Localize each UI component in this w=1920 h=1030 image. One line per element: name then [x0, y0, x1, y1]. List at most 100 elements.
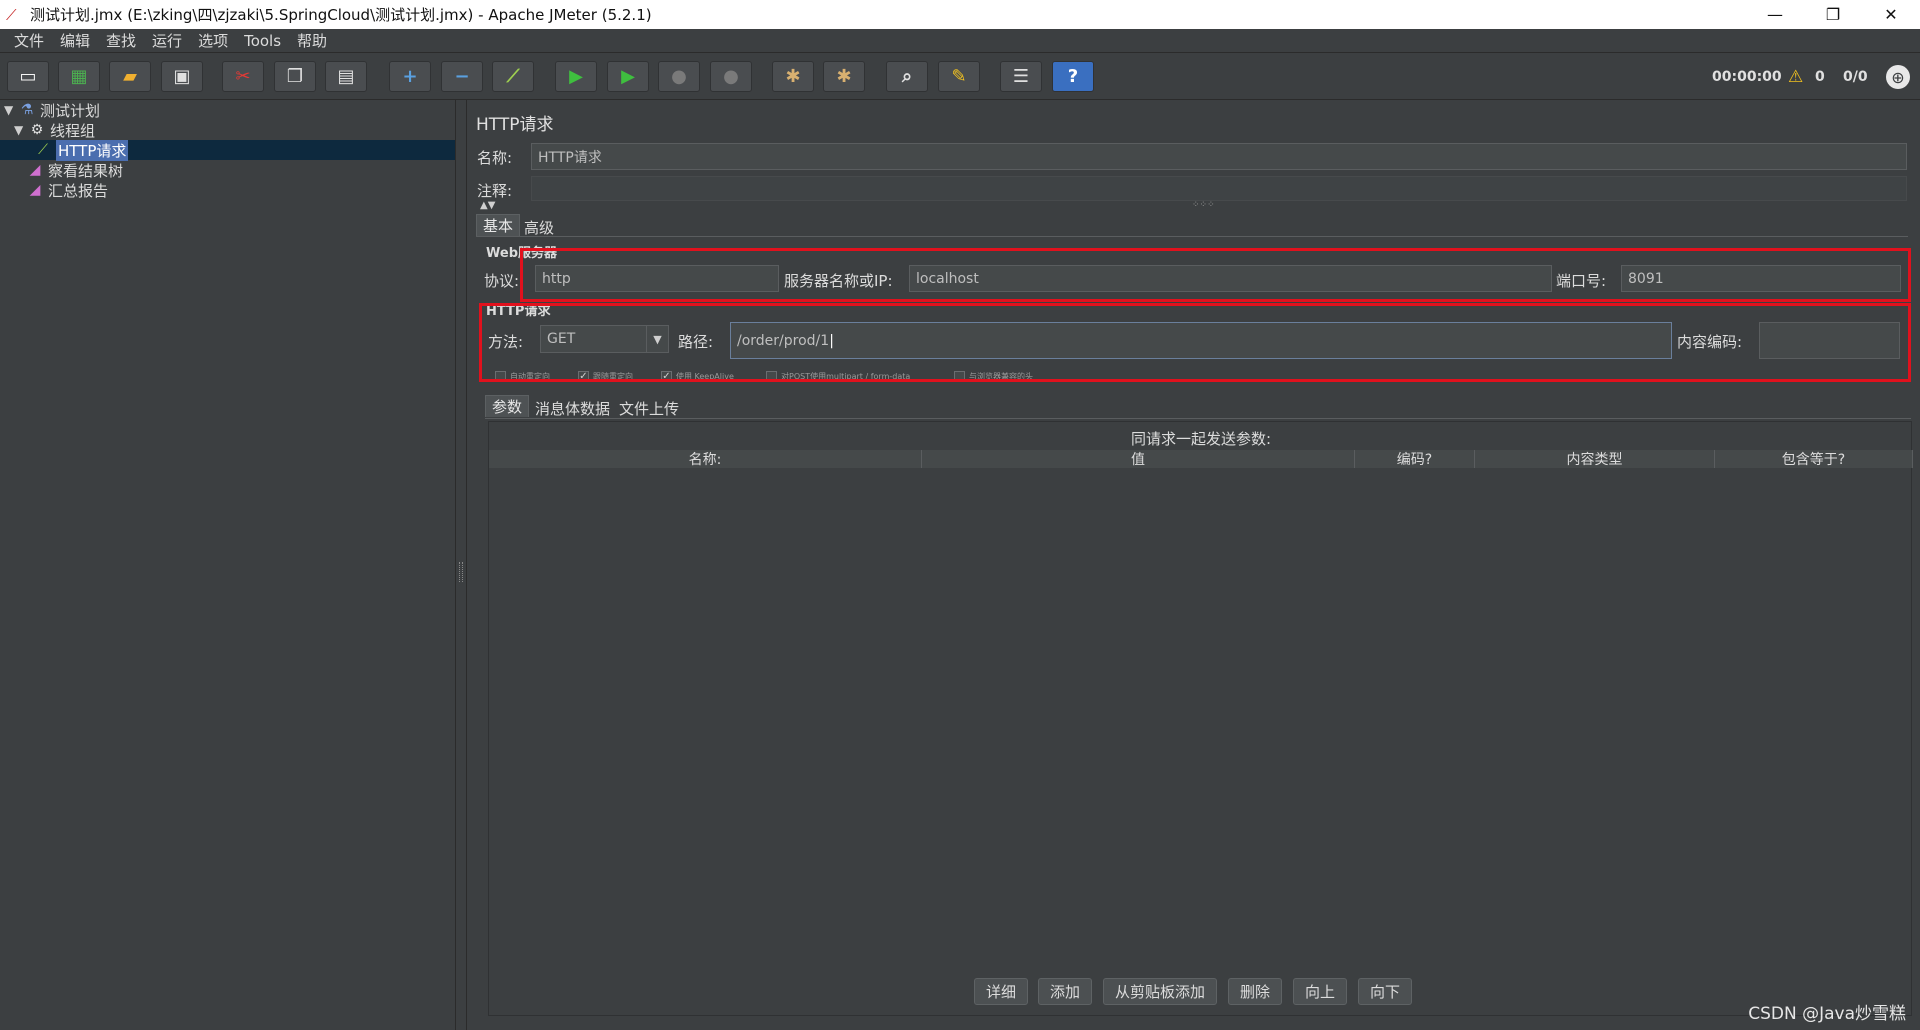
expand-arrow-icon[interactable]: ▼ — [14, 123, 28, 137]
delete-button[interactable]: 删除 — [1228, 978, 1282, 1005]
clear-all-button[interactable]: ✱ — [823, 61, 865, 92]
new-icon: ▭ — [19, 66, 37, 87]
column-content-type[interactable]: 内容类型 — [1475, 450, 1715, 468]
templates-button[interactable]: ▦ — [58, 61, 100, 92]
highlight-box-server — [520, 248, 1911, 302]
splitter-grip-icon — [459, 562, 463, 582]
window-title: 测试计划.jmx (E:\zking\四\zjzaki\5.SpringClou… — [30, 6, 652, 24]
watermark: CSDN @Java炒雪糕 — [1748, 1004, 1906, 1024]
comment-input[interactable] — [531, 176, 1907, 201]
name-input[interactable]: HTTP请求 — [531, 143, 1907, 170]
globe-icon[interactable]: ⊕ — [1886, 65, 1910, 89]
subtab-divider — [485, 418, 1911, 419]
start-no-pause-icon: ▶ — [621, 66, 635, 87]
params-caption: 同请求一起发送参数: — [1130, 430, 1272, 448]
parameters-table-area: 同请求一起发送参数: 名称: 值 编码? 内容类型 包含等于? — [488, 421, 1913, 1016]
minimize-button[interactable]: — — [1746, 0, 1804, 29]
function-helper-icon: ☰ — [1012, 66, 1030, 87]
menu-edit[interactable]: 编辑 — [52, 30, 98, 51]
highlight-box-request — [479, 303, 1911, 382]
feather-icon: ⟋ — [6, 5, 17, 24]
collapse-icon: − — [454, 66, 470, 87]
expand-button[interactable]: + — [389, 61, 431, 92]
tree-item-label: 测试计划 — [40, 101, 101, 120]
tree-item-http-request[interactable]: ⟋ HTTP请求 — [0, 139, 455, 161]
menu-search[interactable]: 查找 — [98, 30, 144, 51]
close-button[interactable]: ✕ — [1862, 0, 1920, 29]
panel-title: HTTP请求 — [476, 115, 554, 135]
menu-tools[interactable]: Tools — [236, 32, 289, 50]
expand-arrow-icon[interactable]: ▼ — [4, 103, 18, 117]
tree-item-thread-group[interactable]: ▼ ⚙ 线程组 — [14, 120, 95, 140]
elapsed-timer: 00:00:00 — [1712, 68, 1782, 85]
collapse-button[interactable]: − — [441, 61, 483, 92]
start-button[interactable]: ▶ — [555, 61, 597, 92]
column-encode[interactable]: 编码? — [1355, 450, 1475, 468]
menu-file[interactable]: 文件 — [6, 30, 52, 51]
tree-item-test-plan[interactable]: ▼ ⚗ 测试计划 — [4, 100, 100, 120]
test-plan-tree: ▼ ⚗ 测试计划 ▼ ⚙ 线程组 ⟋ HTTP请求 ◢ 察看结果树 ◢ 汇总报告 — [0, 100, 456, 1030]
protocol-label: 协议: — [484, 272, 520, 290]
search-icon: ⌕ — [901, 66, 913, 87]
toolbar: ▭ ▦ ▰ ▣ ✂ ❐ ▤ + − ⟋ ▶ ▶ ● ● ✱ ✱ ⌕ ✎ ☰? 00:00:00 ⚠ 0 0/0 ⊕ — [0, 53, 1920, 100]
column-include-equals[interactable]: 包含等于? — [1715, 450, 1913, 468]
split-pane-divider[interactable] — [456, 100, 467, 1030]
tab-body-data[interactable]: 消息体数据 — [529, 397, 616, 419]
cut-button[interactable]: ✂ — [222, 61, 264, 92]
tree-item-label: 线程组 — [50, 121, 96, 140]
cut-icon: ✂ — [235, 66, 251, 87]
function-helper-button[interactable]: ☰ — [1000, 61, 1042, 92]
save-button[interactable]: ▣ — [161, 61, 203, 92]
clear-all-icon: ✱ — [836, 66, 852, 87]
start-no-pause-button[interactable]: ▶ — [607, 61, 649, 92]
add-button[interactable]: 添加 — [1038, 978, 1092, 1005]
copy-button[interactable]: ❐ — [274, 61, 316, 92]
tab-advanced[interactable]: 高级 — [518, 216, 560, 238]
expand-icon: + — [402, 66, 418, 87]
menu-run[interactable]: 运行 — [144, 30, 190, 51]
tree-item-view-results-tree[interactable]: ◢ 察看结果树 — [26, 160, 123, 180]
paste-icon: ▤ — [337, 66, 355, 87]
help-button[interactable]: ? — [1052, 61, 1094, 92]
reset-search-button[interactable]: ✎ — [938, 61, 980, 92]
clear-icon: ✱ — [785, 66, 801, 87]
table-header: 名称: 值 编码? 内容类型 包含等于? — [489, 450, 1913, 468]
tree-item-summary-report[interactable]: ◢ 汇总报告 — [26, 180, 108, 200]
move-up-button[interactable]: 向上 — [1293, 978, 1347, 1005]
shutdown-button[interactable]: ● — [710, 61, 752, 92]
toggle-button[interactable]: ⟋ — [492, 61, 534, 92]
open-button[interactable]: ▰ — [109, 61, 151, 92]
listener-icon: ◢ — [29, 162, 41, 178]
thread-count: 0/0 — [1843, 68, 1868, 85]
column-value[interactable]: 值 — [922, 450, 1355, 468]
menu-options[interactable]: 选项 — [190, 30, 236, 51]
paste-button[interactable]: ▤ — [325, 61, 367, 92]
stop-button[interactable]: ● — [658, 61, 700, 92]
warning-count: 0 — [1815, 68, 1825, 85]
warning-icon[interactable]: ⚠ — [1788, 53, 1803, 100]
templates-icon: ▦ — [70, 66, 88, 87]
detail-button[interactable]: 详细 — [974, 978, 1028, 1005]
thread-group-icon: ⚙ — [30, 122, 44, 138]
column-name[interactable]: 名称: — [489, 450, 922, 468]
restore-button[interactable]: ❐ — [1804, 0, 1862, 29]
new-button[interactable]: ▭ — [7, 61, 49, 92]
toggle-icon: ⟋ — [506, 66, 520, 87]
tab-files-upload[interactable]: 文件上传 — [613, 397, 685, 419]
stop-icon: ● — [671, 66, 687, 87]
search-button[interactable]: ⌕ — [886, 61, 928, 92]
menu-help[interactable]: 帮助 — [289, 30, 335, 51]
reset-search-icon: ✎ — [951, 66, 967, 87]
shutdown-icon: ● — [723, 66, 739, 87]
add-from-clipboard-button[interactable]: 从剪贴板添加 — [1103, 978, 1217, 1005]
http-request-panel: HTTP请求 名称: HTTP请求 注释: ▲▼ ⁘⁘⁘ 基本 高级 Web服务… — [468, 100, 1920, 1030]
clear-button[interactable]: ✱ — [772, 61, 814, 92]
tab-parameters[interactable]: 参数 — [485, 395, 530, 417]
resize-handle-icon[interactable]: ⁘⁘⁘ — [1192, 200, 1215, 210]
name-label: 名称: — [477, 149, 513, 167]
collapse-arrows-icon[interactable]: ▲▼ — [480, 200, 495, 211]
tab-basic[interactable]: 基本 — [476, 214, 521, 236]
window-title-bar: ⟋ 测试计划.jmx (E:\zking\四\zjzaki\5.SpringCl… — [0, 0, 1920, 29]
tree-item-label: HTTP请求 — [56, 139, 129, 161]
move-down-button[interactable]: 向下 — [1358, 978, 1412, 1005]
